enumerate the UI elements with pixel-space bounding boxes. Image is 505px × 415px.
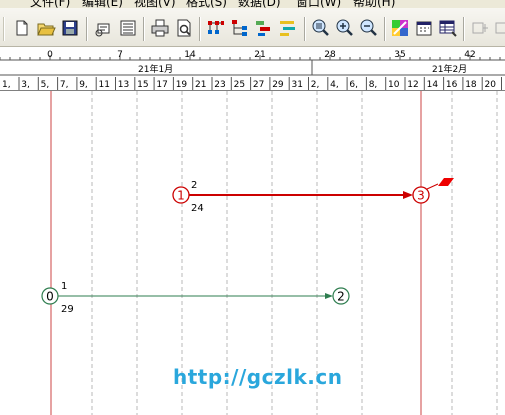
network-node[interactable]: 3	[412, 186, 430, 204]
ruler-week-label: 21	[254, 50, 265, 60]
toolbar-separator	[143, 17, 145, 41]
ruler-week-label: 7	[117, 50, 123, 60]
node-duration-label: 2	[191, 180, 197, 191]
ruler-day-label: 2,	[311, 80, 320, 90]
ruler-day-label: 21	[195, 80, 206, 90]
node-number: 0	[46, 290, 54, 304]
toolbar-separator	[384, 17, 386, 41]
ruler-day-label: 7,	[60, 80, 69, 90]
ruler-day-label: 3,	[21, 80, 30, 90]
ruler-day-label: 12	[407, 80, 418, 90]
menu-data[interactable]: 数据(D)	[238, 0, 281, 8]
calendar-icon[interactable]	[414, 18, 434, 38]
node-number: 3	[417, 189, 425, 203]
node-start-label: 29	[61, 304, 74, 315]
ruler-day-label: 6,	[349, 80, 358, 90]
ruler-week-label: 14	[184, 50, 196, 60]
node-start-label: 24	[191, 203, 204, 214]
ruler-day-label: 11	[99, 80, 110, 90]
toolbar-separator	[304, 17, 306, 41]
ruler-day-label: 15	[137, 80, 148, 90]
open-icon[interactable]	[36, 18, 56, 38]
ruler-week-label: 35	[394, 50, 405, 60]
ruler-day-label: 1,	[2, 80, 11, 90]
print-icon[interactable]	[150, 18, 170, 38]
month-label: 21年1月	[138, 63, 173, 75]
ruler-day-label: 16	[446, 80, 458, 90]
node-number: 1	[177, 189, 185, 203]
menu-file[interactable]: 文件(F)	[30, 0, 70, 8]
color-icon[interactable]	[390, 18, 410, 38]
toolbar-separator	[199, 17, 201, 41]
menu-bar: 文件(F) 编辑(E) 视图(V) 格式(S) 数据(D) 窗口(W) 帮助(H…	[0, 0, 505, 8]
ruler-day-label: 23	[214, 80, 225, 90]
ruler-day-label: 20	[485, 80, 497, 90]
ruler-day-label: 17	[156, 80, 167, 90]
menu-help[interactable]: 帮助(H)	[353, 0, 395, 8]
ruler-week-label: 42	[464, 50, 475, 60]
arrange-icon[interactable]	[254, 18, 274, 38]
ruler-week-label: 28	[324, 50, 336, 60]
new-icon[interactable]	[12, 18, 32, 38]
disabled-icon	[494, 18, 505, 38]
list-icon[interactable]	[118, 18, 138, 38]
table-icon[interactable]	[438, 18, 458, 38]
watermark-text: http://gczlk.cn	[173, 365, 343, 389]
ruler-day-label: 4,	[330, 80, 339, 90]
menu-window[interactable]: 窗口(W)	[296, 0, 341, 8]
ruler-day-label: 10	[388, 80, 400, 90]
toolbar	[0, 8, 505, 47]
ruler-day-label: 18	[465, 80, 477, 90]
ruler-day-label: 27	[253, 80, 264, 90]
zoom-in-icon[interactable]	[335, 18, 355, 38]
network-node[interactable]: 2	[332, 287, 350, 305]
zoom-fit-icon[interactable]	[311, 18, 331, 38]
print-preview-icon[interactable]	[174, 18, 194, 38]
menu-edit[interactable]: 编辑(E)	[82, 0, 123, 8]
menu-view[interactable]: 视图(V)	[134, 0, 176, 8]
save-icon[interactable]	[60, 18, 80, 38]
ruler-week-label: 0	[47, 50, 53, 60]
ruler-day-label: 9,	[79, 80, 88, 90]
ruler-day-label: 5,	[41, 80, 50, 90]
timeline-ruler: 0 7 14 21 28 35 42 21年1月 21年2月 1, 3, 5, 7, 9, 11 13 1…	[0, 47, 505, 91]
network-node[interactable]: 1 2 24	[172, 180, 204, 214]
disabled-icon	[470, 18, 490, 38]
network-icon[interactable]	[206, 18, 226, 38]
node-number: 2	[337, 290, 345, 304]
ruler-day-label: 19	[176, 80, 188, 90]
arrowhead	[403, 191, 413, 199]
toolbar-separator	[86, 17, 88, 41]
tree-icon[interactable]	[230, 18, 250, 38]
ruler-day-label: 31	[292, 80, 303, 90]
ruler-day-label: 8,	[369, 80, 378, 90]
zoom-out-icon[interactable]	[359, 18, 379, 38]
ruler-day-label: 25	[234, 80, 245, 90]
network-node[interactable]: 0 1 29	[41, 281, 74, 315]
toolbar-separator	[463, 17, 465, 41]
milestone-flag-pole	[426, 183, 439, 190]
ruler-day-label: 29	[272, 80, 284, 90]
ruler-day-label: 13	[118, 80, 129, 90]
bars-icon[interactable]	[278, 18, 298, 38]
arrowhead	[325, 293, 333, 299]
link-icon[interactable]	[94, 18, 114, 38]
node-duration-label: 1	[61, 281, 67, 292]
menu-format[interactable]: 格式(S)	[186, 0, 227, 8]
toolbar-grip[interactable]	[3, 17, 5, 41]
month-label: 21年2月	[432, 63, 467, 75]
ruler-day-label: 14	[427, 80, 439, 90]
